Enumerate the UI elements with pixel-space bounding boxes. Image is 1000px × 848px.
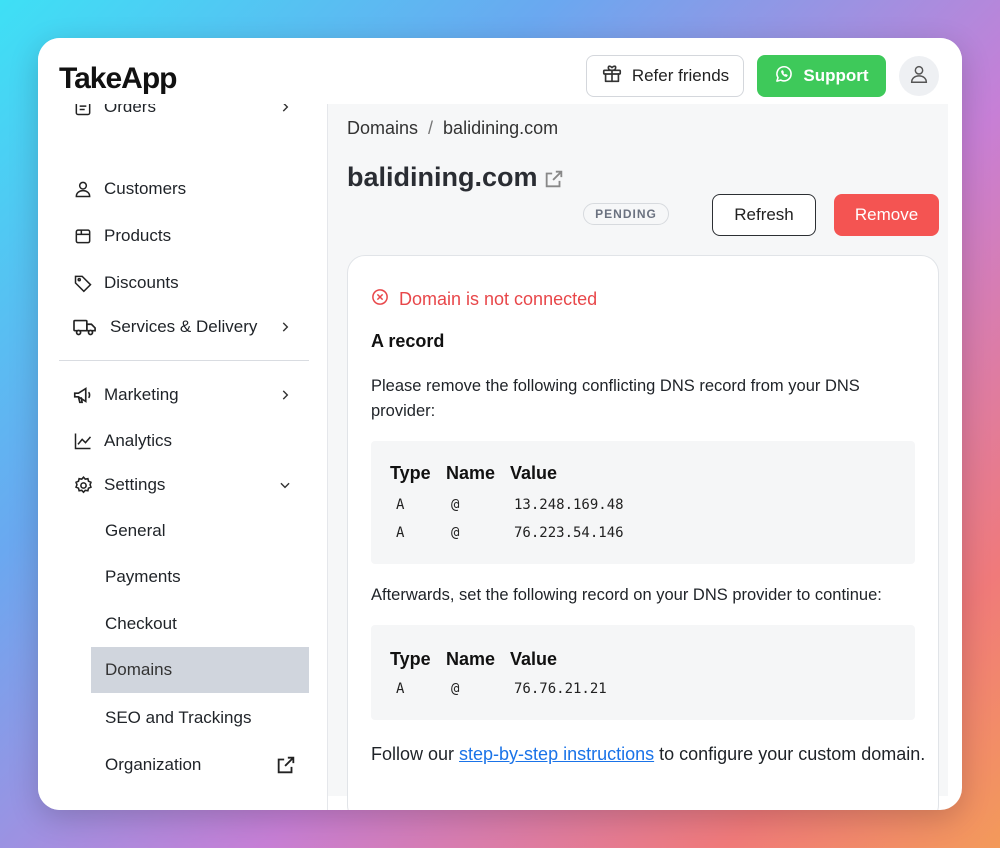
record-title: A record (371, 331, 445, 351)
tag-icon (72, 272, 94, 294)
sidebar-item-label: Discounts (104, 273, 179, 292)
chevron-right-icon (278, 319, 292, 339)
sidebar-item-analytics[interactable]: Analytics (72, 426, 308, 456)
footer-prefix: Follow our (371, 744, 460, 764)
sidebar: Orders Customers Products Discounts Serv… (38, 104, 328, 810)
record-value: 76.76.21.21 (514, 681, 607, 697)
breadcrumb-current: balidining.com (443, 118, 559, 138)
sidebar-item-services-delivery[interactable]: Services & Delivery (72, 312, 308, 342)
required-records-table: Type Name Value A @ 76.76.21.21 (371, 625, 915, 720)
sidebar-item-orders[interactable]: Orders (72, 104, 308, 122)
refer-friends-label: Refer friends (631, 66, 730, 85)
sidebar-subitem-payments[interactable]: Payments (91, 554, 309, 600)
sidebar-subitem-label: Organization (105, 755, 202, 774)
sidebar-subitem-seo-trackings[interactable]: SEO and Trackings (91, 695, 309, 741)
gift-icon (601, 63, 623, 90)
sidebar-item-label: Analytics (104, 431, 173, 450)
chevron-right-icon (278, 387, 292, 407)
sidebar-item-settings[interactable]: Settings (72, 470, 308, 500)
clipboard-icon (72, 104, 94, 118)
error-circle-icon (371, 288, 389, 311)
remove-instruction: Please remove the following conflicting … (371, 377, 860, 420)
sidebar-subitem-label: Domains (105, 660, 173, 679)
top-bar: TakeApp Refer friends Support (38, 38, 962, 104)
step-by-step-instructions-link[interactable]: step-by-step instructions (459, 744, 654, 764)
sidebar-item-products[interactable]: Products (72, 221, 308, 251)
sidebar-subitem-general[interactable]: General (91, 508, 309, 554)
sidebar-subitem-label: Payments (105, 567, 181, 586)
instructions-footer: Follow our step-by-step instructions to … (371, 740, 931, 769)
breadcrumb: Domains / balidining.com (347, 118, 558, 139)
record-name: @ (451, 525, 460, 541)
dns-instructions-card: Domain is not connected A record Please … (347, 255, 939, 810)
sidebar-subitem-label: Checkout (105, 614, 177, 633)
record-value: 13.248.169.48 (514, 497, 624, 513)
conflicting-records-table: Type Name Value A @ 13.248.169.48 A @ 76… (371, 441, 915, 564)
sidebar-item-label: Customers (104, 179, 187, 198)
set-instruction: Afterwards, set the following record on … (371, 586, 882, 604)
main-content: Domains / balidining.com balidining.com … (328, 104, 948, 810)
status-text: Domain is not connected (399, 289, 598, 309)
table-header-type: Type (390, 463, 431, 483)
status-badge: PENDING (583, 203, 669, 225)
page-title: balidining.com (347, 162, 538, 192)
record-type: A (396, 681, 405, 697)
sidebar-item-label: Settings (104, 475, 166, 494)
connection-status: Domain is not connected (371, 288, 597, 311)
chevron-down-icon (278, 477, 292, 497)
sidebar-subitem-domains[interactable]: Domains (91, 647, 309, 693)
sidebar-item-label: Marketing (104, 385, 179, 404)
table-header-name: Name (446, 463, 496, 483)
sidebar-item-customers[interactable]: Customers (72, 174, 308, 204)
sidebar-item-marketing[interactable]: Marketing (72, 380, 308, 410)
record-name: @ (451, 681, 460, 697)
truck-icon (72, 316, 98, 338)
refresh-button[interactable]: Refresh (712, 194, 816, 236)
remove-button[interactable]: Remove (834, 194, 939, 236)
megaphone-icon (72, 384, 94, 406)
record-type: A (396, 525, 405, 541)
sidebar-subitem-organization[interactable]: Organization (91, 742, 309, 788)
support-label: Support (803, 66, 869, 85)
table-header-type: Type (390, 649, 431, 669)
sidebar-subitem-checkout[interactable]: Checkout (91, 601, 309, 647)
open-external-icon[interactable] (543, 168, 565, 195)
sidebar-subitem-label: General (105, 521, 166, 540)
chevron-right-icon (278, 104, 292, 119)
sidebar-subitem-label: SEO and Trackings (105, 708, 252, 727)
table-header-value: Value (510, 649, 558, 669)
table-header-name: Name (446, 649, 496, 669)
person-icon (72, 178, 94, 200)
sidebar-item-label: Services & Delivery (110, 317, 258, 336)
footer-suffix: to configure your custom domain. (654, 744, 926, 764)
table-header-value: Value (510, 463, 558, 483)
record-type: A (396, 497, 405, 513)
sidebar-item-label: Orders (104, 104, 156, 116)
sidebar-divider (59, 360, 309, 361)
sidebar-item-label: Products (104, 226, 172, 245)
external-link-icon (275, 754, 297, 781)
record-value: 76.223.54.146 (514, 525, 624, 541)
whatsapp-icon (774, 64, 794, 89)
gear-icon (72, 474, 94, 496)
sidebar-item-discounts[interactable]: Discounts (72, 268, 308, 298)
box-icon (72, 225, 94, 247)
app-window: TakeApp Refer friends Support Orders Cus… (38, 38, 962, 810)
user-avatar-button[interactable] (899, 56, 939, 96)
line-chart-icon (72, 430, 94, 452)
breadcrumb-domains-link[interactable]: Domains (347, 118, 418, 139)
breadcrumb-separator: / (428, 118, 434, 138)
record-name: @ (451, 497, 460, 513)
user-icon (908, 63, 930, 90)
support-button[interactable]: Support (757, 55, 886, 97)
refer-friends-button[interactable]: Refer friends (586, 55, 744, 97)
app-logo[interactable]: TakeApp (59, 62, 177, 96)
